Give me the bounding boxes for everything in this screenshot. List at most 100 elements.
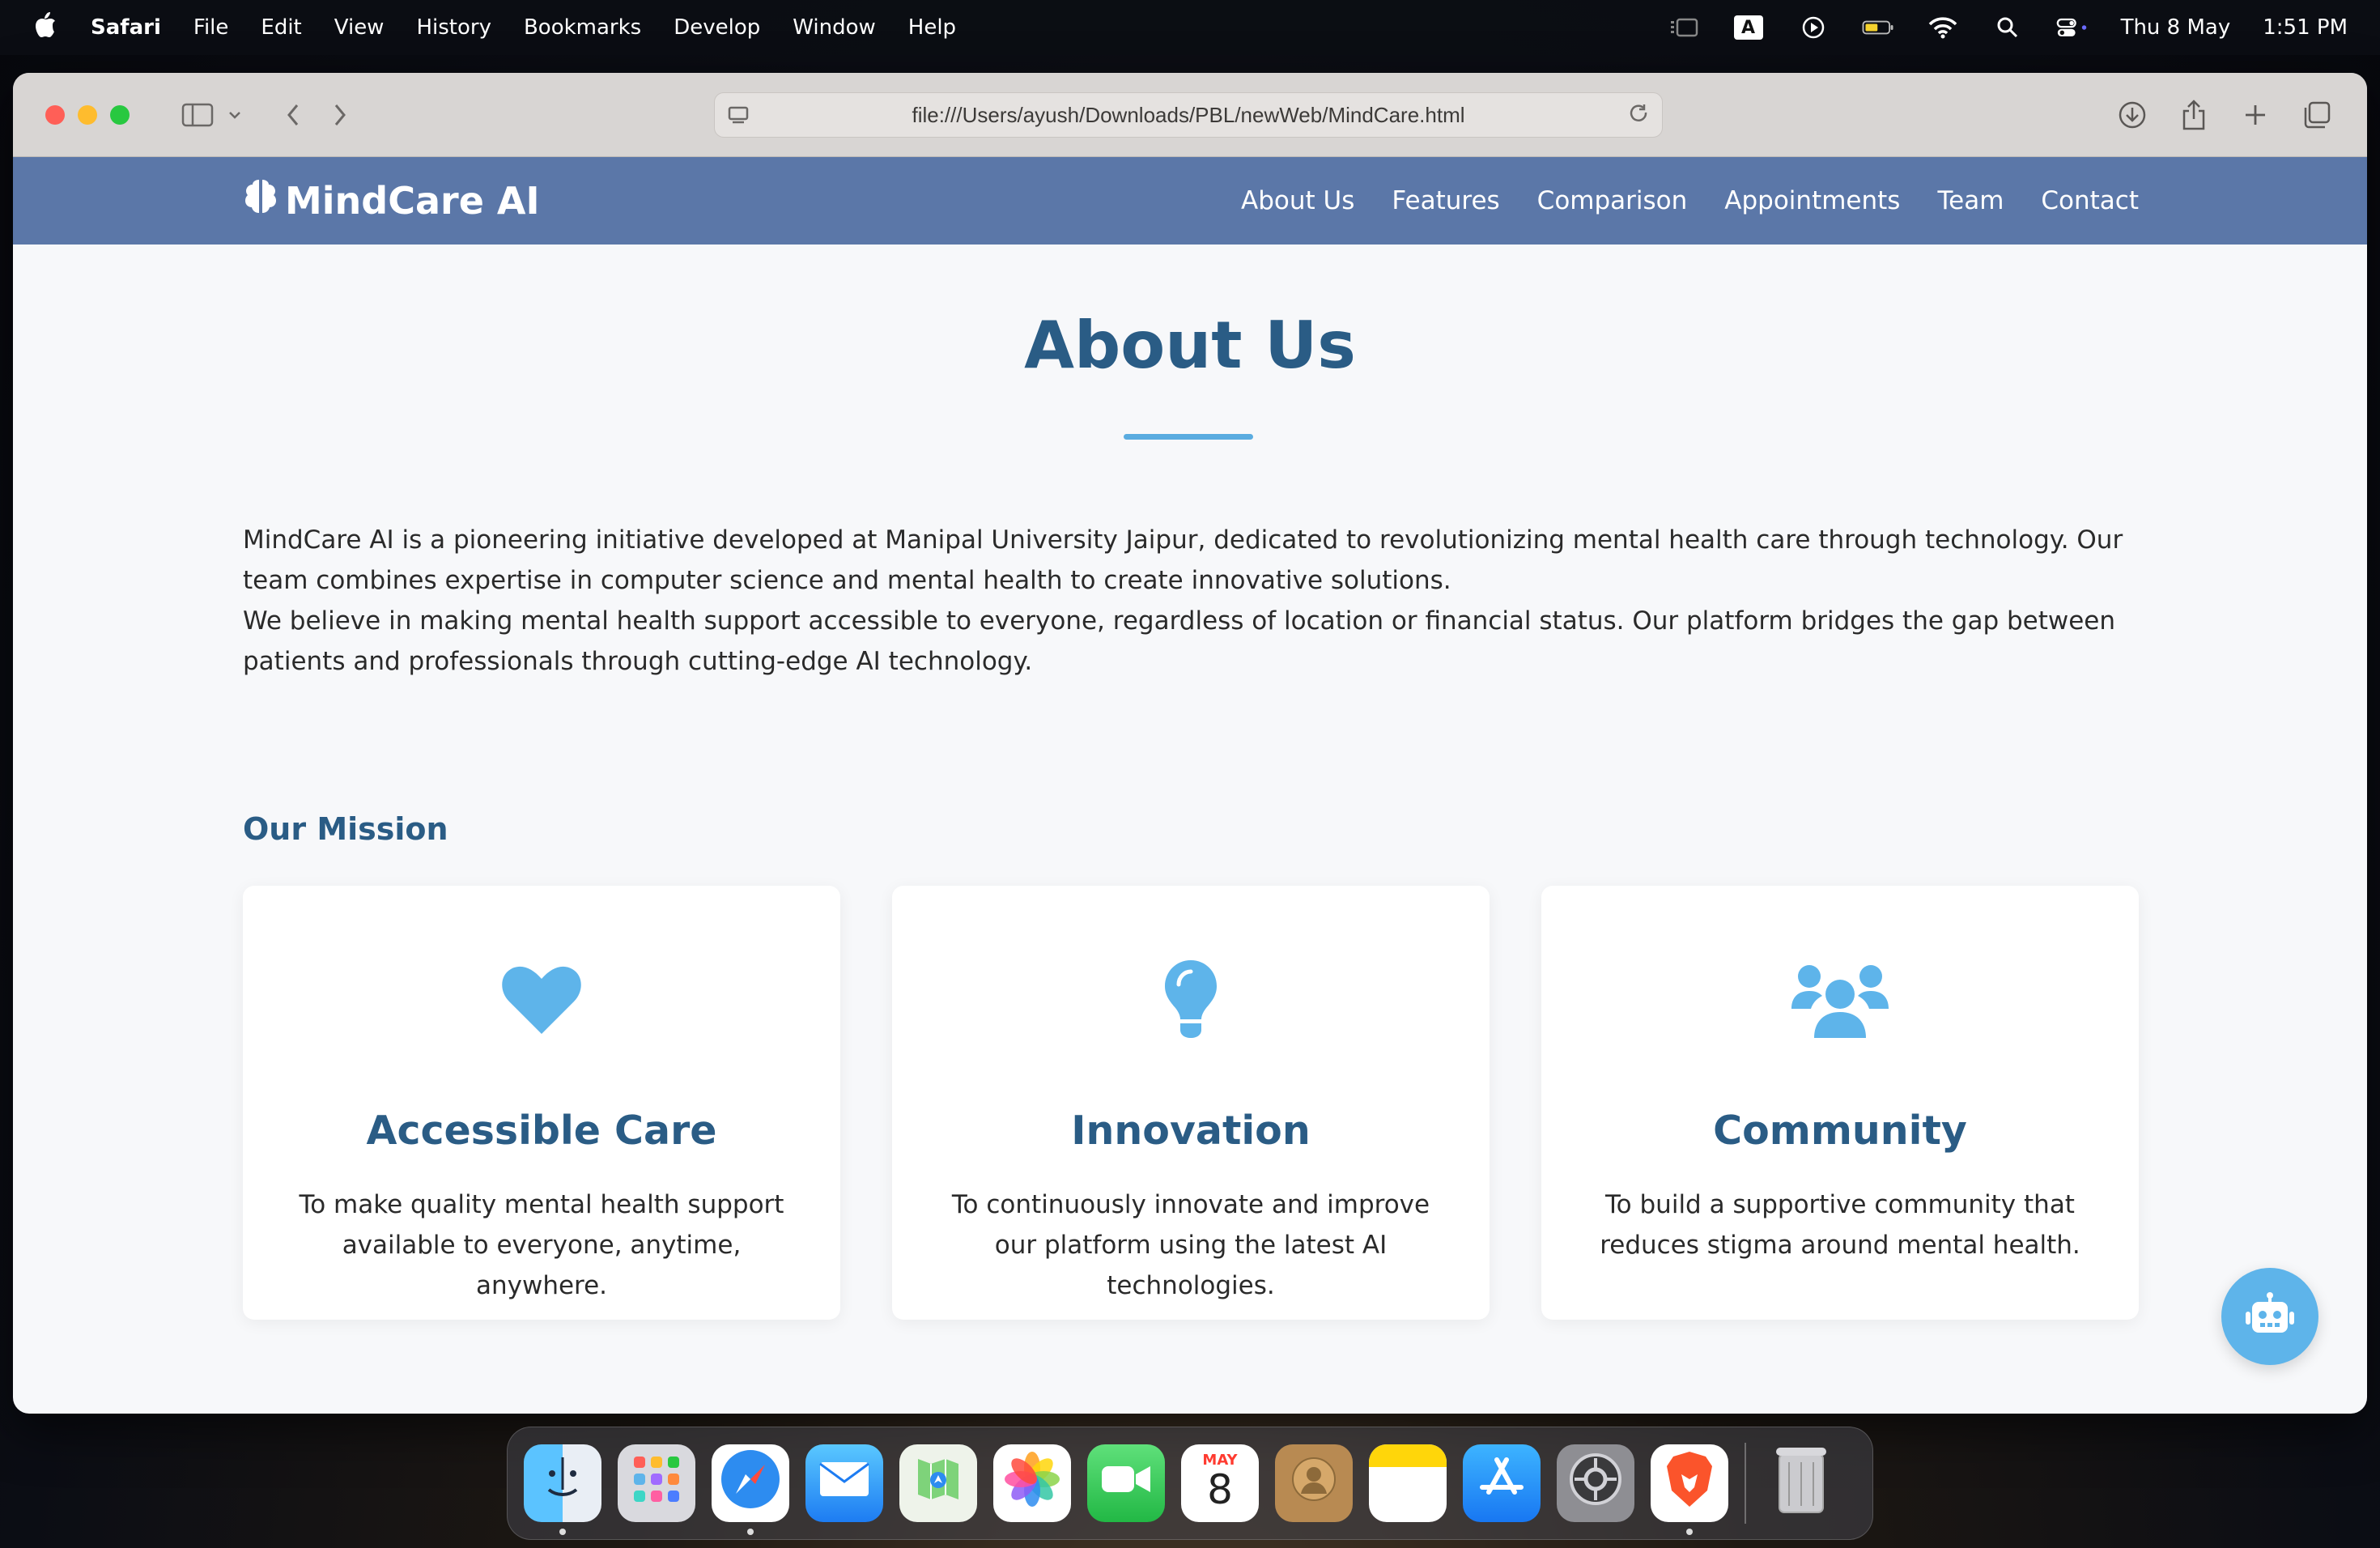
stage-manager-icon[interactable]	[1668, 15, 1700, 40]
card-title: Innovation	[1071, 1108, 1311, 1154]
menu-window[interactable]: Window	[793, 15, 876, 40]
now-playing-icon[interactable]	[1797, 15, 1830, 40]
safari-window: file:///Users/ayush/Downloads/PBL/newWeb…	[13, 73, 2367, 1414]
nav-links: About Us Features Comparison Appointment…	[1241, 186, 2139, 215]
dock-notes[interactable]	[1369, 1444, 1447, 1522]
dock-brave[interactable]	[1651, 1444, 1728, 1535]
card-title: Accessible Care	[366, 1108, 717, 1154]
dock-launchpad[interactable]	[618, 1444, 695, 1522]
robot-icon	[2244, 1292, 2296, 1341]
nav-features[interactable]: Features	[1392, 186, 1499, 215]
card-text: To build a supportive community that red…	[1600, 1190, 2080, 1260]
about-intro: MindCare AI is a pioneering initiative d…	[243, 520, 2153, 682]
title-underline	[1124, 434, 1253, 440]
site-navbar: MindCare AI About Us Features Comparison…	[13, 157, 2367, 245]
page-settings-icon[interactable]	[726, 103, 750, 133]
dock-contacts[interactable]	[1275, 1444, 1353, 1522]
menu-history[interactable]: History	[416, 15, 491, 40]
card-title: Community	[1713, 1108, 1967, 1154]
window-controls	[45, 104, 130, 125]
nav-about-us[interactable]: About Us	[1241, 186, 1354, 215]
trash-icon	[1773, 1443, 1830, 1524]
notes-icon	[1369, 1444, 1447, 1467]
sidebar-toggle-icon[interactable]	[180, 97, 215, 133]
dock-mail[interactable]	[805, 1444, 883, 1522]
users-icon	[1790, 959, 1890, 1040]
close-window-button[interactable]	[45, 104, 65, 125]
mission-heading: Our Mission	[243, 811, 448, 847]
app-store-icon	[1476, 1453, 1528, 1513]
contacts-icon	[1288, 1453, 1340, 1513]
logo-text: MindCare AI	[285, 179, 540, 223]
dock: MAY 8	[507, 1427, 1873, 1540]
menu-date[interactable]: Thu 8 May	[2121, 15, 2231, 40]
menu-file[interactable]: File	[193, 15, 229, 40]
dock-facetime[interactable]	[1087, 1444, 1165, 1522]
menu-bar: Safari File Edit View History Bookmarks …	[0, 0, 2380, 55]
chatbot-button[interactable]	[2221, 1268, 2318, 1365]
dock-app-store[interactable]	[1463, 1444, 1541, 1522]
running-indicator	[1686, 1529, 1693, 1535]
nav-team[interactable]: Team	[1937, 186, 2004, 215]
forward-button[interactable]	[322, 97, 358, 133]
dock-calendar[interactable]: MAY 8	[1181, 1444, 1259, 1522]
dock-finder[interactable]	[524, 1444, 601, 1535]
dock-safari[interactable]	[712, 1444, 789, 1535]
url-text[interactable]: file:///Users/ayush/Downloads/PBL/newWeb…	[912, 103, 1464, 128]
about-paragraph-2: We believe in making mental health suppo…	[243, 606, 2116, 676]
menu-develop[interactable]: Develop	[674, 15, 760, 40]
wifi-icon[interactable]	[1927, 15, 1959, 40]
dock-system-settings[interactable]	[1557, 1444, 1634, 1522]
nav-appointments[interactable]: Appointments	[1724, 186, 1900, 215]
chevron-down-icon[interactable]	[227, 97, 243, 133]
photos-flower-icon	[1001, 1448, 1063, 1518]
control-center-icon[interactable]	[2056, 15, 2089, 40]
maximize-window-button[interactable]	[110, 104, 130, 125]
nav-comparison[interactable]: Comparison	[1537, 186, 1688, 215]
mission-card-innovation: Innovation To continuously innovate and …	[892, 886, 1490, 1320]
menu-edit[interactable]: Edit	[261, 15, 301, 40]
card-text: To continuously innovate and improve our…	[951, 1190, 1430, 1300]
site-logo[interactable]: MindCare AI	[241, 176, 540, 226]
running-indicator	[747, 1529, 754, 1535]
share-icon[interactable]	[2176, 97, 2212, 133]
video-camera-icon	[1100, 1463, 1152, 1503]
page-title: About Us	[1024, 308, 1356, 383]
battery-icon[interactable]	[1862, 15, 1894, 40]
downloads-icon[interactable]	[2114, 97, 2150, 133]
apple-menu-icon[interactable]	[32, 11, 58, 45]
menu-help[interactable]: Help	[908, 15, 956, 40]
mission-card-accessible-care: Accessible Care To make quality mental h…	[243, 886, 840, 1320]
brain-icon	[241, 176, 280, 226]
dock-photos[interactable]	[993, 1444, 1071, 1522]
address-bar[interactable]: file:///Users/ayush/Downloads/PBL/newWeb…	[714, 92, 1663, 138]
map-icon	[910, 1451, 967, 1516]
input-source-icon[interactable]: A	[1732, 15, 1765, 40]
menu-view[interactable]: View	[334, 15, 385, 40]
menu-app-name[interactable]: Safari	[91, 15, 161, 40]
nav-contact[interactable]: Contact	[2041, 186, 2139, 215]
calendar-day: 8	[1207, 1465, 1233, 1513]
dock-maps[interactable]	[899, 1444, 977, 1522]
spotlight-search-icon[interactable]	[1991, 15, 2024, 40]
mission-card-community: Community To build a supportive communit…	[1541, 886, 2139, 1320]
minimize-window-button[interactable]	[78, 104, 97, 125]
reload-icon[interactable]	[1628, 103, 1651, 133]
gear-icon	[1565, 1448, 1626, 1518]
new-tab-icon[interactable]	[2238, 97, 2273, 133]
card-text: To make quality mental health support av…	[299, 1190, 784, 1300]
menu-time[interactable]: 1:51 PM	[2263, 15, 2348, 40]
finder-icon	[534, 1451, 591, 1516]
envelope-icon	[818, 1461, 870, 1506]
running-indicator	[559, 1529, 566, 1535]
menu-bookmarks[interactable]: Bookmarks	[524, 15, 641, 40]
back-button[interactable]	[275, 97, 311, 133]
browser-toolbar: file:///Users/ayush/Downloads/PBL/newWeb…	[13, 73, 2367, 157]
toolbar-actions	[2114, 97, 2335, 133]
dock-trash[interactable]	[1762, 1444, 1840, 1522]
compass-icon	[718, 1447, 783, 1520]
about-section: About Us MindCare AI is a pioneering ini…	[13, 245, 2367, 1414]
tab-overview-icon[interactable]	[2299, 97, 2335, 133]
mission-cards: Accessible Care To make quality mental h…	[243, 886, 2139, 1320]
dock-separator	[1745, 1443, 1746, 1524]
